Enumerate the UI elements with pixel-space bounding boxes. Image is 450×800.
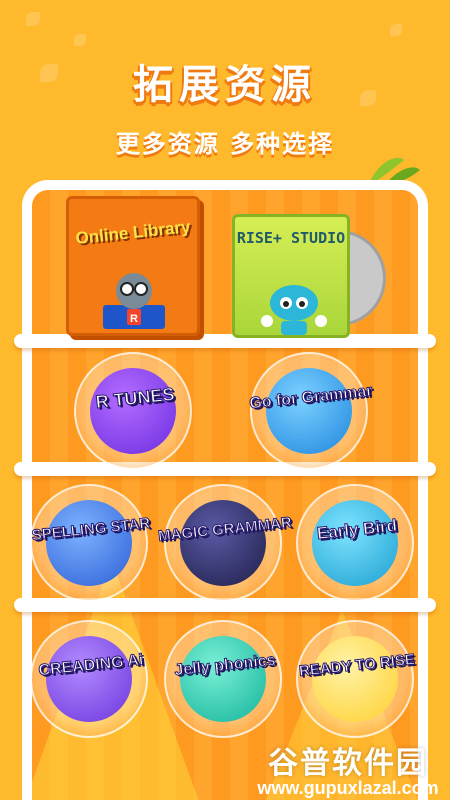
page-title: 拓展资源 [133, 62, 317, 108]
watermark: 谷普软件园 www.gupuxlazal.com [246, 738, 450, 800]
app-ready-to-rise[interactable]: READY TO RISE [296, 620, 416, 738]
online-library-label: Online Library [74, 217, 192, 248]
rise-studio-label: RISE+ STUDIO [236, 229, 346, 247]
watermark-url: www.gupuxlazal.com [257, 778, 439, 798]
app-spelling-star[interactable]: SPELLING STAR [30, 484, 151, 602]
app-jelly-phonics[interactable]: Jelly phonics [164, 620, 282, 738]
app-r-tunes[interactable]: R TUNES [74, 352, 192, 470]
background-leaf-decor [390, 24, 402, 36]
shelf-divider [14, 334, 436, 348]
app-go-for-grammar[interactable]: Go for Grammar [248, 352, 374, 470]
shelf-divider [14, 462, 436, 476]
watermark-text: 谷普软件园 [268, 746, 428, 781]
cat-mascot-icon: R [103, 273, 165, 329]
app-early-bird[interactable]: Early Bird [296, 484, 414, 602]
online-library-book[interactable]: Online Library R [66, 196, 200, 336]
rise-studio-card[interactable]: RISE+ STUDIO [232, 214, 350, 338]
background-leaf-decor [74, 34, 86, 46]
app-creading-ai[interactable]: CREADING Ai [30, 620, 148, 738]
background-leaf-decor [26, 12, 40, 26]
svg-text:R: R [130, 313, 138, 325]
app-magic-grammar[interactable]: MAGIC GRAMMAR [157, 484, 293, 602]
robot-mascot-icon [261, 285, 327, 335]
